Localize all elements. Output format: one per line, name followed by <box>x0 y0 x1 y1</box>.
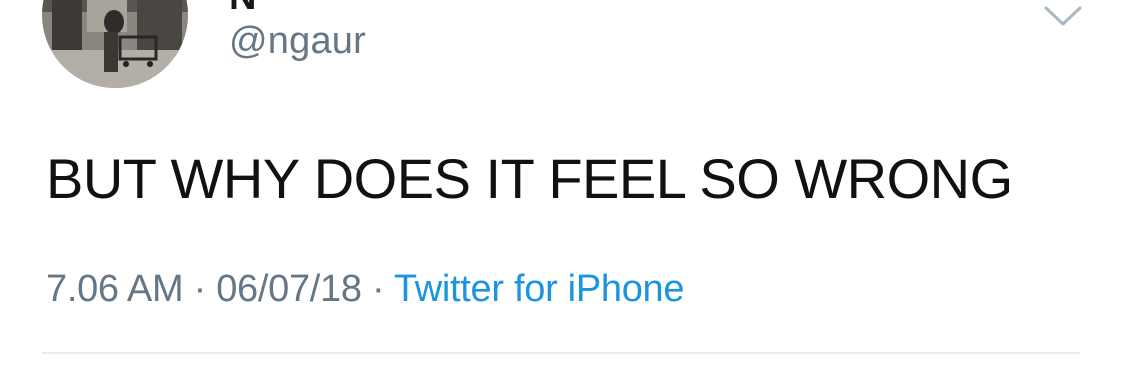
separator-dot: · <box>183 268 217 310</box>
user-handle[interactable]: @ngaur <box>229 20 366 63</box>
tweet-source-link[interactable]: Twitter for iPhone <box>394 268 685 310</box>
tweet-text: BUT WHY DOES IT FEEL SO WRONG <box>46 147 1013 210</box>
separator-dot: · <box>361 268 394 310</box>
tweet-metadata: 7.06 AM · 06/07/18 · Twitter for iPhone <box>46 268 685 311</box>
avatar[interactable] <box>42 0 188 88</box>
chevron-down-icon[interactable] <box>1040 0 1086 32</box>
display-name[interactable]: N <box>229 0 256 19</box>
tweet-date[interactable]: 06/07/18 <box>216 268 362 310</box>
tweet-card: N @ngaur BUT WHY DOES IT FEEL SO WRONG 7… <box>0 0 1124 374</box>
avatar-photo <box>42 0 188 88</box>
tweet-time[interactable]: 7.06 AM <box>46 268 184 310</box>
divider <box>42 352 1080 354</box>
